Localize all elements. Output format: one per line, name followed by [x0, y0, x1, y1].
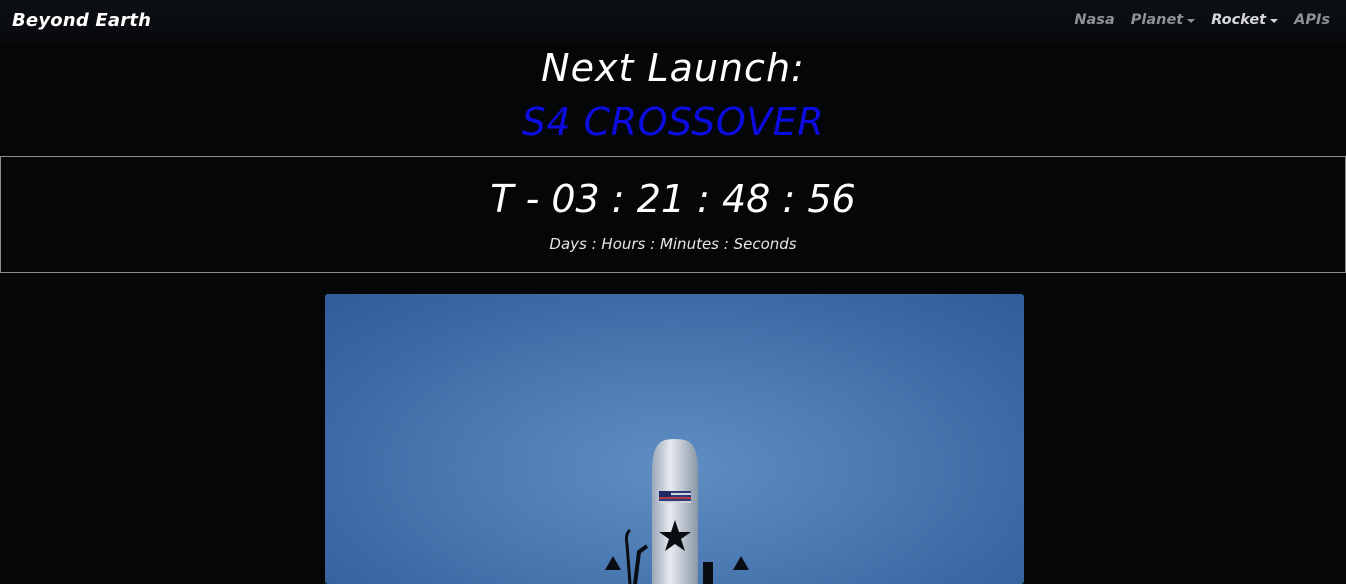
rocket-image [325, 294, 1024, 584]
nav-item-nasa[interactable]: Nasa [1074, 12, 1114, 28]
nav-item-label: Nasa [1074, 12, 1115, 28]
nav-item-label: APIs [1294, 12, 1330, 28]
nav-links: Nasa Planet Rocket APIs [1074, 12, 1330, 28]
rocket-photo-icon [605, 439, 749, 584]
nav-item-apis[interactable]: APIs [1294, 12, 1330, 28]
countdown-timer: T - 03 : 21 : 48 : 56 [490, 177, 856, 221]
next-launch-heading: Next Launch: [541, 46, 805, 90]
brand-logo[interactable]: Beyond Earth [12, 10, 151, 31]
nav-item-label: Rocket [1211, 12, 1267, 28]
mission-name: S4 CROSSOVER [521, 100, 825, 144]
nav-item-rocket[interactable]: Rocket [1211, 12, 1279, 28]
countdown-units-label: Days : Hours : Minutes : Seconds [549, 235, 797, 253]
countdown-panel: T - 03 : 21 : 48 : 56 Days : Hours : Min… [0, 156, 1346, 273]
caret-down-icon [1187, 18, 1196, 23]
nav-item-planet[interactable]: Planet [1130, 12, 1196, 28]
navbar: Beyond Earth Nasa Planet Rocket APIs [0, 0, 1346, 44]
nav-item-label: Planet [1130, 12, 1184, 28]
caret-down-icon [1270, 18, 1279, 23]
